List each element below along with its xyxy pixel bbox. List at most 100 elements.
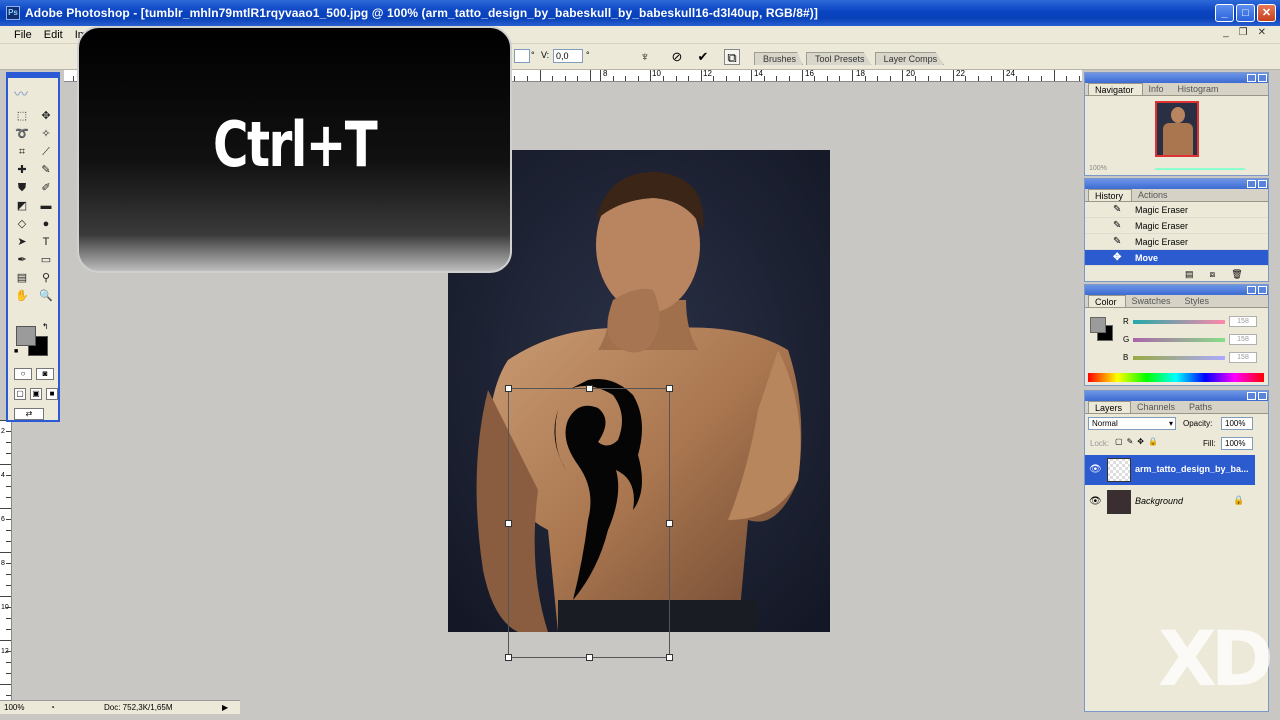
marquee-tool-icon[interactable]: ⬚ [12, 108, 32, 125]
history-brush-tool-icon[interactable]: ✐ [36, 180, 56, 197]
tab-color[interactable]: Color [1088, 295, 1126, 307]
lock-all-icon[interactable]: 🔒 [1148, 437, 1158, 446]
swap-colors-icon[interactable]: ↰ [42, 322, 49, 331]
menu-edit[interactable]: Edit [38, 29, 69, 41]
palette-icon[interactable]: ⧉ [724, 49, 740, 65]
green-value[interactable]: 158 [1229, 334, 1257, 345]
brush-tool-icon[interactable]: ✎ [36, 162, 56, 179]
tab-brushes[interactable]: Brushes [754, 52, 804, 65]
blend-mode-select[interactable]: Normal ▾ [1088, 417, 1176, 430]
v-skew-field[interactable]: 0,0 [553, 49, 583, 63]
tab-layers[interactable]: Layers [1088, 401, 1132, 413]
layer-row-selected[interactable]: 👁 arm_tatto_design_by_ba... [1085, 455, 1255, 485]
zoom-tool-icon[interactable]: 🔍 [36, 288, 56, 305]
notes-tool-icon[interactable]: ▤ [12, 270, 32, 287]
transform-handle-bottom[interactable] [586, 654, 593, 661]
blue-slider[interactable] [1133, 356, 1225, 360]
history-item-selected[interactable]: ✥ Move [1085, 250, 1268, 266]
lock-transparency-icon[interactable]: ▢ [1115, 437, 1123, 446]
shape-tool-icon[interactable]: ▭ [36, 252, 56, 269]
navigator-zoom-value[interactable]: 100% [1089, 165, 1107, 172]
doc-close-button[interactable]: ✕ [1258, 27, 1266, 38]
foreground-color-swatch[interactable] [16, 326, 36, 346]
panel-minimize-icon[interactable] [1247, 392, 1256, 400]
eraser-tool-icon[interactable]: ◩ [12, 198, 32, 215]
photoshop-app-icon[interactable]: Ps [6, 6, 20, 20]
tab-tool-presets[interactable]: Tool Presets [806, 52, 872, 65]
trash-icon[interactable]: 🗑 [1231, 269, 1242, 280]
transform-handle-left[interactable] [505, 520, 512, 527]
pen-tool-icon[interactable]: ✒ [12, 252, 32, 269]
tab-swatches[interactable]: Swatches [1126, 295, 1179, 307]
panel-close-icon[interactable] [1258, 286, 1267, 294]
screen-mode-standard-icon[interactable]: ▢ [14, 388, 26, 400]
history-panel-header[interactable] [1085, 179, 1268, 189]
opacity-field[interactable]: 100% [1221, 417, 1253, 430]
healing-brush-tool-icon[interactable]: ✚ [12, 162, 32, 179]
gradient-tool-icon[interactable]: ▬ [36, 198, 56, 215]
status-zoom[interactable]: 100% [4, 701, 44, 714]
quick-mask-mode-icon[interactable]: ◙ [36, 368, 54, 380]
transform-handle-top-right[interactable] [666, 385, 673, 392]
type-tool-icon[interactable]: T [36, 234, 56, 251]
dodge-tool-icon[interactable]: ● [36, 216, 56, 233]
left-ruler[interactable]: 2 4 6 8 10 12 [0, 420, 12, 700]
minimize-button[interactable]: _ [1215, 4, 1234, 22]
tab-info[interactable]: Info [1143, 83, 1172, 95]
history-item[interactable]: ✎ Magic Eraser [1085, 202, 1268, 218]
transform-handle-top[interactable] [586, 385, 593, 392]
color-panel-header[interactable] [1085, 285, 1268, 295]
eyedropper-tool-icon[interactable]: ⚲ [36, 270, 56, 287]
tab-actions[interactable]: Actions [1132, 189, 1176, 201]
new-document-from-state-icon[interactable]: ▤ [1185, 269, 1194, 280]
blue-value[interactable]: 158 [1229, 352, 1257, 363]
panel-close-icon[interactable] [1258, 392, 1267, 400]
imageready-icon[interactable]: ⇄ [14, 408, 44, 420]
panel-close-icon[interactable] [1258, 180, 1267, 188]
navigator-thumbnail[interactable] [1155, 101, 1199, 157]
tab-histogram[interactable]: Histogram [1172, 83, 1227, 95]
status-menu-arrow-icon[interactable]: ▶ [222, 701, 228, 714]
magic-wand-tool-icon[interactable]: ✧ [36, 126, 56, 143]
navigator-panel-header[interactable] [1085, 73, 1268, 83]
doc-restore-button[interactable]: ❐ [1239, 27, 1248, 38]
red-value[interactable]: 158 [1229, 316, 1257, 327]
menu-file[interactable]: File [8, 29, 38, 41]
tab-navigator[interactable]: Navigator [1088, 83, 1143, 95]
panel-minimize-icon[interactable] [1247, 180, 1256, 188]
rotate-field[interactable] [514, 49, 530, 63]
fill-field[interactable]: 100% [1221, 437, 1253, 450]
warp-icon[interactable]: ♆ [637, 49, 653, 65]
history-item[interactable]: ✎ Magic Eraser [1085, 234, 1268, 250]
free-transform-box[interactable] [505, 385, 673, 661]
color-spectrum-bar[interactable] [1088, 373, 1264, 382]
tab-styles[interactable]: Styles [1179, 295, 1218, 307]
hand-tool-icon[interactable]: ✋ [12, 288, 32, 305]
path-selection-tool-icon[interactable]: ➤ [12, 234, 32, 251]
transform-handle-bottom-right[interactable] [666, 654, 673, 661]
history-item[interactable]: ✎ Magic Eraser [1085, 218, 1268, 234]
tab-paths[interactable]: Paths [1183, 401, 1220, 413]
close-button[interactable]: ✕ [1257, 4, 1276, 22]
eye-icon[interactable]: 👁 [1089, 496, 1102, 507]
lasso-tool-icon[interactable]: ➰ [12, 126, 32, 143]
crop-tool-icon[interactable]: ⌗ [12, 144, 32, 161]
snapshot-icon[interactable]: ⧈ [1210, 269, 1216, 280]
layer-row[interactable]: 👁 Background 🔒 [1085, 487, 1255, 517]
layers-panel-header[interactable] [1085, 391, 1268, 401]
blur-tool-icon[interactable]: ◇ [12, 216, 32, 233]
transform-handle-right[interactable] [666, 520, 673, 527]
slice-tool-icon[interactable]: ⟋ [36, 144, 56, 161]
lock-pixels-icon[interactable]: ✎ [1127, 437, 1134, 446]
tab-layer-comps[interactable]: Layer Comps [874, 52, 945, 65]
move-tool-icon[interactable]: ✥ [36, 108, 56, 125]
screen-mode-full-menu-icon[interactable]: ▣ [30, 388, 42, 400]
navigator-zoom-slider[interactable] [1155, 168, 1245, 170]
clone-stamp-tool-icon[interactable]: ⛊ [12, 180, 32, 197]
standard-mode-icon[interactable]: ○ [14, 368, 32, 380]
green-slider[interactable] [1133, 338, 1225, 342]
default-colors-icon[interactable]: ■ [14, 348, 18, 355]
maximize-button[interactable]: □ [1236, 4, 1255, 22]
eye-icon[interactable]: 👁 [1089, 464, 1102, 475]
panel-minimize-icon[interactable] [1247, 74, 1256, 82]
